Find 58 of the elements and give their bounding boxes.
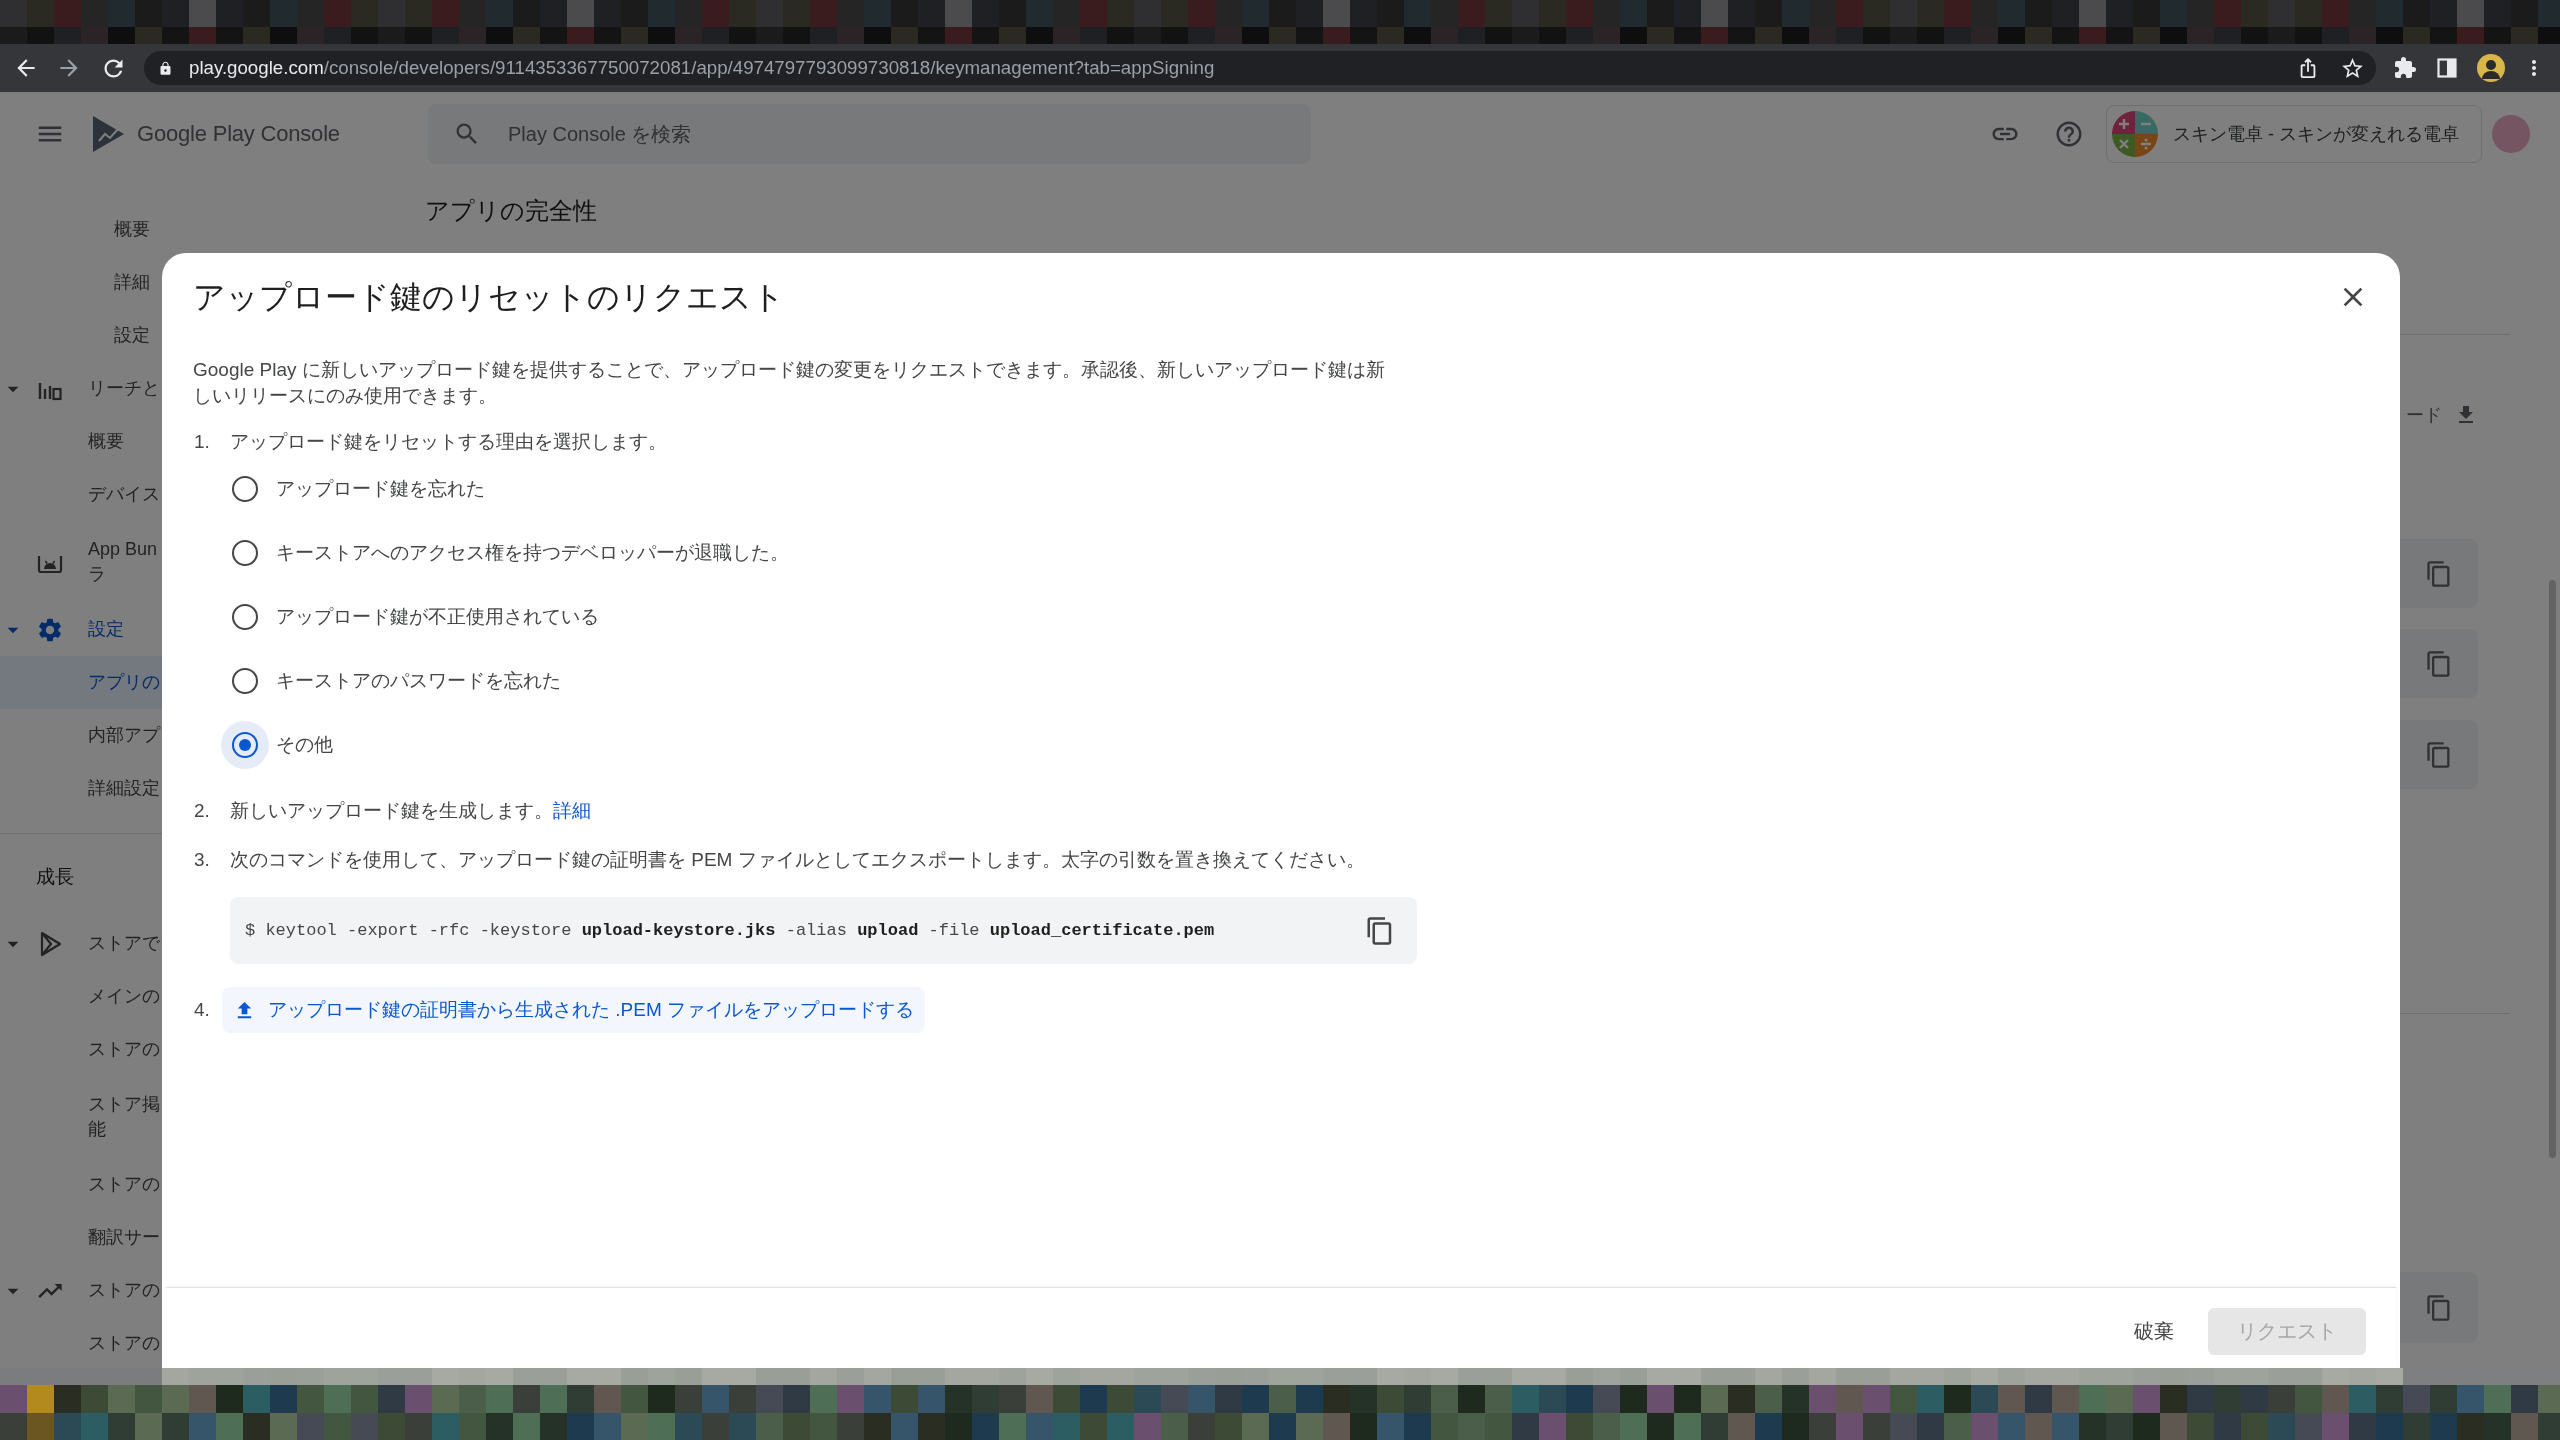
- search-field[interactable]: Play Console を検索: [428, 104, 1311, 164]
- step-text: 新しいアップロード鍵を生成します。詳細: [230, 799, 591, 823]
- dialog-description: Google Play に新しいアップロード鍵を提供することで、アップロード鍵の変更をリクエストできます。承認後、新しいアップロード鍵は新しいリリースにのみ使用できます。: [193, 358, 1386, 408]
- page-title: アプリの完全性: [425, 196, 597, 226]
- details-link[interactable]: 詳細: [553, 800, 591, 821]
- step-text: アップロード鍵をリセットする理由を選択します。: [230, 430, 667, 454]
- nav-item[interactable]: 詳細設定: [88, 776, 160, 801]
- step-number: 1.: [193, 430, 211, 454]
- radio-button[interactable]: [232, 668, 258, 694]
- calculator-app-icon: [2112, 111, 2158, 157]
- step-number: 2.: [193, 799, 211, 823]
- nav-item[interactable]: 概要: [88, 429, 124, 454]
- nav-item[interactable]: デバイス: [88, 482, 160, 507]
- option-label[interactable]: その他: [276, 732, 333, 758]
- help-icon[interactable]: [2054, 119, 2084, 149]
- step-number: 4.: [193, 998, 211, 1022]
- nav-item[interactable]: 設定: [114, 323, 150, 348]
- puzzle-icon[interactable]: [2393, 56, 2417, 80]
- logo-icon: [90, 114, 126, 154]
- nav-item[interactable]: ストアの: [88, 1331, 160, 1356]
- option-label[interactable]: アップロード鍵を忘れた: [276, 476, 485, 502]
- profile-avatar-icon[interactable]: [2477, 54, 2505, 82]
- address-bar[interactable]: play.google.com/console/developers/9114353367750072081/app/4974797793099730818/keymanagement?tab=appSigning: [144, 51, 2376, 85]
- scrollbar-thumb[interactable]: [2549, 580, 2556, 1158]
- option-label[interactable]: キーストアのパスワードを忘れた: [276, 668, 561, 694]
- lock-icon: [158, 60, 173, 76]
- nav-item[interactable]: 概要: [114, 217, 150, 242]
- product-name: Google Play Console: [137, 121, 340, 147]
- radio-button[interactable]: [232, 476, 258, 502]
- nav-item[interactable]: ストアの: [88, 1037, 160, 1062]
- dialog-title: アップロード鍵のリセットのリクエスト: [193, 278, 785, 317]
- nav-item[interactable]: ストアの: [88, 1172, 160, 1197]
- radio-button[interactable]: [232, 604, 258, 630]
- nav-item[interactable]: ストアで: [36, 929, 160, 958]
- step-text: 次のコマンドを使用して、アップロード鍵の証明書を PEM ファイルとしてエクスポートします。太字の引数を置き換えてください。: [230, 848, 1365, 872]
- option-label[interactable]: アップロード鍵が不正使用されている: [276, 604, 599, 630]
- discard-button[interactable]: 破棄: [2112, 1307, 2196, 1355]
- nav-item[interactable]: 詳細: [114, 270, 150, 295]
- link-text[interactable]: ード: [2406, 403, 2442, 427]
- radio-button[interactable]: [232, 540, 258, 566]
- url-text: play.google.com/console/developers/9114353367750072081/app/4974797793099730818/keymanagement?tab=appSigning: [189, 57, 1215, 79]
- side-panel-icon[interactable]: [2437, 58, 2457, 78]
- nav-item[interactable]: App Bun ラ: [36, 537, 158, 587]
- upload-button[interactable]: アップロード鍵の証明書から生成された .PEM ファイルをアップロードする: [222, 987, 925, 1033]
- command-text: $ keytool -export -rfc -keystore upload-keystore.jks -alias upload -file upload_certificate.pem: [245, 921, 1215, 940]
- nav-item[interactable]: 内部アプ: [88, 723, 160, 748]
- step-number: 3.: [193, 848, 211, 872]
- nav-item[interactable]: ストアの: [36, 1276, 160, 1305]
- option-label[interactable]: キーストアへのアクセス権を持つデベロッパーが退職した。: [276, 540, 789, 566]
- nav-item[interactable]: 設定: [36, 615, 124, 644]
- nav-item[interactable]: ストア掲 能: [88, 1092, 160, 1142]
- radio-button[interactable]: [221, 721, 269, 769]
- app-selector[interactable]: スキン電卓 - スキンが変えれる電卓: [2106, 105, 2482, 163]
- nav-item[interactable]: 翻訳サー: [88, 1225, 160, 1250]
- nav-item[interactable]: アプリの: [0, 656, 162, 709]
- nav-item[interactable]: メインの: [88, 984, 160, 1009]
- nav-item[interactable]: リーチと: [36, 374, 160, 403]
- section-heading: 成長: [36, 866, 74, 887]
